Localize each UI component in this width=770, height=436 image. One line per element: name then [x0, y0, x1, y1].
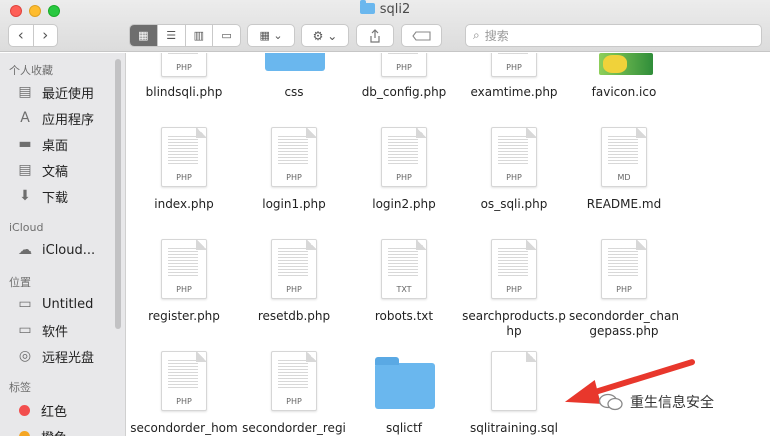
downloads-icon: ⬇: [19, 188, 31, 204]
text-file-icon: TXT: [381, 239, 427, 299]
sidebar-item-downloads[interactable]: ⬇ 下载: [16, 185, 68, 207]
desktop-icon: ▬: [18, 136, 32, 152]
wechat-icon: [598, 393, 623, 411]
sidebar-item-tag-orange[interactable]: 橙色: [16, 425, 67, 436]
file-name: db_config.php: [361, 85, 447, 99]
file-name: login1.php: [262, 197, 326, 211]
file-name: sqlictf: [385, 421, 423, 435]
favicon-image-icon: [599, 53, 653, 75]
file-name: os_sqli.php: [480, 197, 548, 211]
sidebar-item-applications[interactable]: A 应用程序: [16, 107, 94, 129]
red-tag-icon: [19, 404, 30, 416]
php-file-icon: PHP: [381, 127, 427, 187]
window-title: sqli2: [0, 0, 770, 17]
file-name: README.md: [586, 197, 662, 211]
back-button[interactable]: ‹: [9, 25, 33, 46]
column-view-button[interactable]: ▥: [184, 25, 213, 46]
php-file-icon: PHP: [491, 127, 537, 187]
disk-icon: ▭: [18, 296, 32, 312]
file-name: resetdb.php: [257, 309, 331, 323]
icon-view-button[interactable]: ▦: [130, 25, 157, 46]
file-name: blindsqli.php: [145, 85, 223, 99]
sidebar-scrollbar[interactable]: [115, 59, 121, 329]
file-name: secondorder_hom: [130, 421, 238, 435]
gallery-view-button[interactable]: ▭: [212, 25, 240, 46]
php-file-icon: PHP: [491, 53, 537, 77]
file-name: css: [284, 85, 304, 99]
folder-icon: [375, 357, 435, 409]
sidebar-item-software[interactable]: ▭ 软件: [16, 319, 68, 341]
favorites-header: 个人收藏: [9, 64, 53, 77]
orange-tag-icon: [19, 430, 30, 436]
php-file-icon: PHP: [271, 351, 317, 411]
sidebar-item-icloud[interactable]: ☁ iCloud...: [16, 239, 95, 261]
php-file-icon: PHP: [601, 239, 647, 299]
arrange-button[interactable]: ▦ ⌄: [247, 24, 295, 47]
folder-icon: [359, 0, 375, 14]
file-name: index.php: [154, 197, 214, 211]
sidebar-item-documents[interactable]: ▤ 文稿: [16, 159, 68, 181]
action-button[interactable]: ⚙ ⌄: [301, 24, 349, 47]
php-file-icon: PHP: [161, 239, 207, 299]
navigation-buttons: ‹ ›: [8, 24, 58, 47]
watermark: 重生信息安全: [598, 392, 714, 412]
file-name: secondorder_regi: [242, 421, 346, 435]
file-name: robots.txt: [374, 309, 434, 323]
sidebar: 个人收藏 ▤ 最近使用 A 应用程序 ▬ 桌面 ▤ 文稿 ⬇ 下载 iCloud ☁ iCl…: [0, 53, 126, 436]
file-name: examtime.php: [470, 85, 558, 99]
share-button[interactable]: [356, 24, 394, 47]
list-view-button[interactable]: ☰: [156, 25, 185, 46]
applications-icon: A: [20, 110, 30, 126]
cloud-icon: ☁: [18, 242, 32, 258]
forward-button[interactable]: ›: [32, 25, 58, 46]
php-file-icon: PHP: [161, 53, 207, 77]
search-icon: ⌕: [473, 28, 480, 42]
folder-icon: [265, 53, 325, 71]
view-mode-selector: ▦ ☰ ▥ ▭: [129, 24, 241, 47]
sidebar-item-recents[interactable]: ▤ 最近使用: [16, 81, 94, 103]
file-name: favicon.ico: [591, 85, 657, 99]
file-grid: PHP blindsqli.php css PHP db_config.php …: [127, 53, 770, 436]
recents-icon: ▤: [18, 84, 32, 100]
sidebar-item-tag-red[interactable]: 红色: [16, 399, 67, 421]
disk-icon: ▭: [18, 322, 32, 338]
sidebar-item-untitled[interactable]: ▭ Untitled: [16, 293, 93, 315]
locations-header: 位置: [9, 276, 31, 289]
php-file-icon: PHP: [161, 351, 207, 411]
sidebar-item-desktop[interactable]: ▬ 桌面: [16, 133, 68, 155]
php-file-icon: PHP: [161, 127, 207, 187]
disc-icon: ◎: [18, 348, 32, 364]
documents-icon: ▤: [18, 162, 32, 178]
icloud-header: iCloud: [9, 221, 44, 234]
file-name: register.php: [148, 309, 220, 323]
tags-header: 标签: [9, 381, 31, 394]
toolbar: sqli2 ‹ › ▦ ☰ ▥ ▭ ▦ ⌄ ⚙ ⌄ ⌕ 搜索: [0, 0, 770, 52]
search-input[interactable]: ⌕ 搜索: [465, 24, 762, 47]
sidebar-item-remote-disc[interactable]: ◎ 远程光盘: [16, 345, 94, 367]
php-file-icon: PHP: [271, 239, 317, 299]
share-icon: [370, 28, 380, 43]
tag-icon: [411, 30, 431, 41]
php-file-icon: PHP: [381, 53, 427, 77]
php-file-icon: PHP: [491, 239, 537, 299]
watermark-text: 重生信息安全: [630, 395, 714, 411]
blank-file-icon: [491, 351, 537, 411]
file-name: secondorder_chan gepass.php: [569, 309, 679, 338]
php-file-icon: PHP: [271, 127, 317, 187]
file-name: searchproducts.p hp: [462, 309, 566, 338]
file-name: sqlitraining.sql: [469, 421, 559, 435]
tag-button[interactable]: [401, 24, 442, 47]
markdown-file-icon: MD: [601, 127, 647, 187]
file-name: login2.php: [372, 197, 436, 211]
